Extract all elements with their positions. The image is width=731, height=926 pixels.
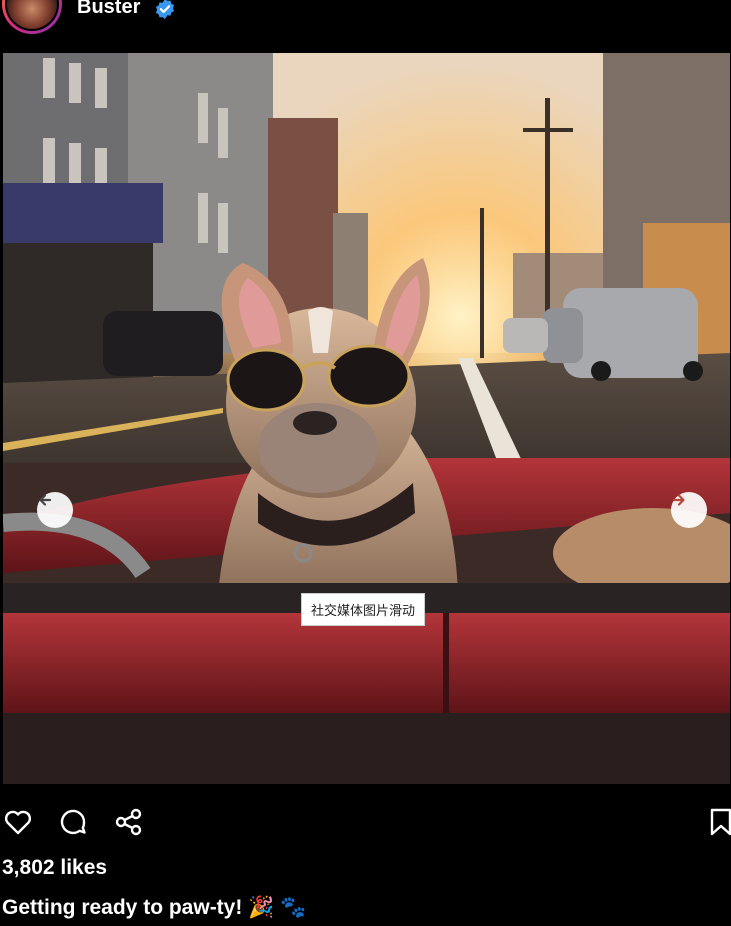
image-tooltip: 社交媒体图片滑动	[301, 593, 426, 626]
avatar-image	[5, 0, 59, 31]
verified-badge-icon	[155, 0, 175, 20]
post-caption: Getting ready to paw-ty! 🎉 🐾	[2, 896, 307, 919]
post-photo-dog-in-car	[3, 53, 730, 784]
arrow-left-icon	[39, 494, 52, 506]
username[interactable]: Buster	[77, 0, 140, 19]
bookmark-icon[interactable]	[706, 807, 731, 837]
post-header: Buster	[0, 0, 731, 48]
post-card: Buster 社交媒体图片滑动 3,802 likes Getting read…	[0, 0, 731, 926]
next-image-button[interactable]	[671, 492, 707, 528]
share-icon[interactable]	[114, 807, 144, 837]
previous-image-button[interactable]	[37, 492, 73, 528]
post-image[interactable]	[3, 53, 730, 784]
comment-icon[interactable]	[58, 807, 88, 837]
heart-icon[interactable]	[3, 807, 33, 837]
avatar[interactable]	[2, 0, 62, 34]
likes-count[interactable]: 3,802 likes	[2, 856, 107, 880]
arrow-right-icon	[672, 494, 685, 506]
